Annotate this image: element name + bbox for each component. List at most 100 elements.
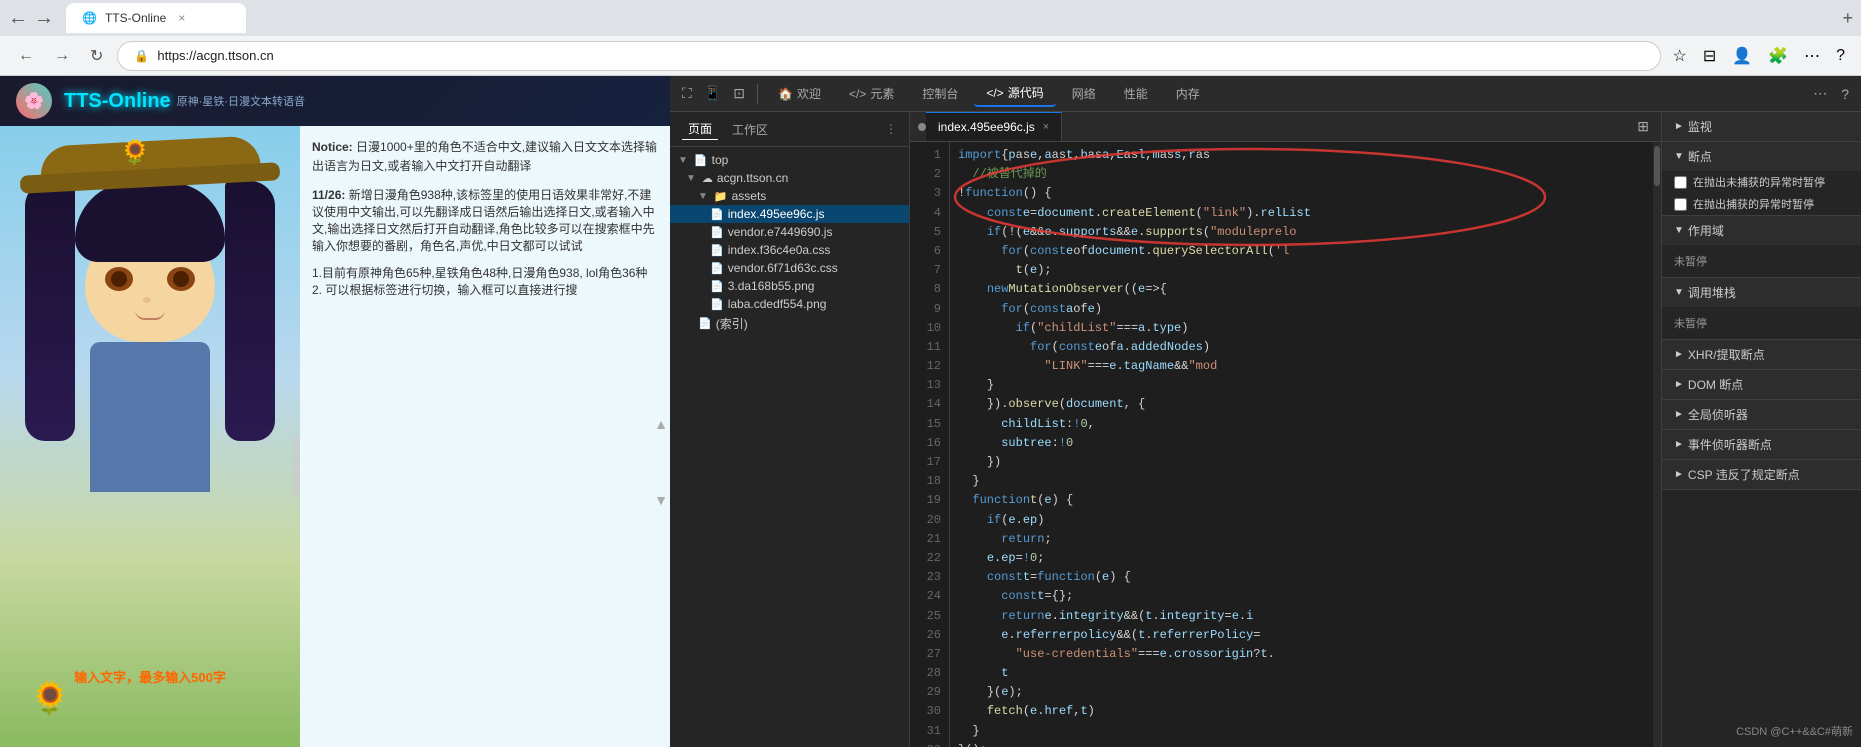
debug-section-watch: ► 监视 bbox=[1662, 112, 1861, 142]
tree-item-index[interactable]: 📄 (索引) bbox=[670, 313, 909, 334]
address-bar[interactable]: 🔒 https://acgn.ttson.cn bbox=[117, 41, 1660, 71]
tree-item-png2[interactable]: 📄 laba.cdedf554.png bbox=[670, 295, 909, 313]
tree-label-domain: acgn.ttson.cn bbox=[717, 171, 788, 185]
scrollbar-handle[interactable] bbox=[292, 437, 300, 497]
code-line-13: } bbox=[958, 376, 1645, 395]
code-line-8: new MutationObserver((e=>{ bbox=[958, 280, 1645, 299]
code-line-27: "use-credentials" === e.crossorigin ? t. bbox=[958, 645, 1645, 664]
code-line-26: e.referrerpolicy && (t.referrerPolicy = bbox=[958, 626, 1645, 645]
tab-network[interactable]: 网络 bbox=[1060, 81, 1108, 106]
code-tab-active[interactable]: index.495ee96c.js × bbox=[926, 112, 1062, 141]
reload-button[interactable]: ↻ bbox=[84, 42, 109, 70]
sunflower-icon: 🌻 bbox=[30, 679, 70, 717]
tab-elements[interactable]: </> 元素 bbox=[837, 81, 906, 106]
xhr-header[interactable]: ► XHR/提取断点 bbox=[1662, 340, 1861, 369]
xhr-arrow: ► bbox=[1674, 349, 1684, 360]
scope-header[interactable]: ▼ 作用域 bbox=[1662, 216, 1861, 245]
code-line-20: if (e.ep) bbox=[958, 511, 1645, 530]
tab-sources[interactable]: </> 源代码 bbox=[974, 80, 1055, 107]
update-date: 11/26: bbox=[312, 188, 345, 202]
profile-icon[interactable]: 👤 bbox=[1728, 42, 1756, 70]
sidebar-toggle[interactable] bbox=[918, 123, 926, 131]
tree-item-index-css[interactable]: 📄 index.f36c4e0a.css bbox=[670, 241, 909, 259]
tree-label-vendor-css: vendor.6f71d63c.css bbox=[728, 261, 838, 275]
debug-section-dom: ► DOM 断点 bbox=[1662, 370, 1861, 400]
ft-tab-workspace[interactable]: 工作区 bbox=[726, 119, 774, 140]
tab-close-button[interactable]: × bbox=[178, 11, 185, 25]
back-icon[interactable]: ← bbox=[8, 7, 28, 30]
callstack-header[interactable]: ▼ 调用堆栈 bbox=[1662, 278, 1861, 307]
sidebar-icon[interactable]: ⊟ bbox=[1699, 42, 1720, 70]
css-file-icon: 📄 bbox=[710, 244, 724, 257]
watch-header[interactable]: ► 监视 bbox=[1662, 112, 1861, 141]
file-tree-panel: 页面 工作区 ⋮ ▼ 📄 top ▼ ☁ bbox=[670, 112, 910, 747]
flower-decoration: 🌻 bbox=[120, 138, 150, 167]
notice-label: Notice: bbox=[312, 140, 353, 154]
tree-item-top[interactable]: ▼ 📄 top bbox=[670, 151, 909, 169]
back-button[interactable]: ← bbox=[12, 43, 40, 69]
code-content[interactable]: import {p as e, a as t, b as a, E as l, … bbox=[950, 142, 1653, 747]
device-icon[interactable]: 📱 bbox=[700, 81, 725, 106]
file-tree-content: ▼ 📄 top ▼ ☁ acgn.ttson.cn ▼ 📁 assets bbox=[670, 147, 909, 747]
breakpoints-arrow: ▼ bbox=[1674, 151, 1684, 162]
tree-item-vendor-css[interactable]: 📄 vendor.6f71d63c.css bbox=[670, 259, 909, 277]
more-button[interactable]: ⋯ bbox=[1800, 42, 1824, 70]
code-scrollbar[interactable] bbox=[1653, 142, 1661, 747]
tree-item-index-js[interactable]: 📄 index.495ee96c.js bbox=[670, 205, 909, 223]
forward-button[interactable]: → bbox=[48, 43, 76, 69]
breakpoints-header-row[interactable]: ▼ 断点 bbox=[1662, 142, 1861, 171]
tree-label-index: (索引) bbox=[716, 315, 748, 332]
divider bbox=[757, 84, 758, 104]
browser-chrome: ← → 🌐 TTS-Online × + ← → ↻ 🔒 https://acg… bbox=[0, 0, 1861, 76]
code-save-icon[interactable]: ⊞ bbox=[1633, 114, 1653, 139]
breakpoint-checkbox-1[interactable] bbox=[1674, 176, 1687, 189]
img-file-icon2: 📄 bbox=[710, 298, 724, 311]
new-tab-button[interactable]: + bbox=[1842, 8, 1853, 29]
tree-label-index-js: index.495ee96c.js bbox=[728, 207, 825, 221]
csp-header[interactable]: ► CSP 违反了规定断点 bbox=[1662, 460, 1861, 489]
inspect-icon[interactable]: ⛶ bbox=[678, 81, 696, 106]
tab-memory[interactable]: 内存 bbox=[1164, 81, 1212, 106]
anime-character: 🌻 bbox=[0, 126, 300, 747]
debug-section-csp: ► CSP 违反了规定断点 bbox=[1662, 460, 1861, 490]
tab-title: TTS-Online bbox=[105, 11, 166, 25]
tab-console[interactable]: 控制台 bbox=[910, 81, 970, 106]
code-tab-close[interactable]: × bbox=[1043, 121, 1049, 133]
website-panel: 🌸 TTS-Online 原神·星铁·日漫文本转语音 🌻 bbox=[0, 76, 670, 747]
tree-item-png1[interactable]: 📄 3.da168b55.png bbox=[670, 277, 909, 295]
extension-icon[interactable]: 🧩 bbox=[1764, 42, 1792, 70]
help-icon[interactable]: ? bbox=[1832, 43, 1849, 69]
breakpoint-checkbox-2[interactable] bbox=[1674, 198, 1687, 211]
bookmark-icon[interactable]: ☆ bbox=[1669, 42, 1691, 70]
site-title-group: TTS-Online 原神·星铁·日漫文本转语音 bbox=[64, 90, 305, 113]
scroll-down-arrow[interactable]: ▼ bbox=[654, 492, 668, 508]
tab-welcome[interactable]: 🏠 欢迎 bbox=[766, 81, 833, 106]
active-tab[interactable]: 🌐 TTS-Online × bbox=[66, 3, 246, 33]
line-numbers: 12345 678910 1112131415 1617181920 21222… bbox=[910, 142, 950, 747]
ft-more-icon[interactable]: ⋮ bbox=[885, 122, 897, 136]
stat1: 1.目前有原神角色65种,星铁角色48种,日漫角色938, lol角色36种 bbox=[312, 264, 658, 281]
help-devtools-icon[interactable]: ? bbox=[1837, 82, 1853, 106]
dom-header[interactable]: ► DOM 断点 bbox=[1662, 370, 1861, 399]
code-line-23: const t = function(e) { bbox=[958, 568, 1645, 587]
tab-performance[interactable]: 性能 bbox=[1112, 81, 1160, 106]
code-line-28: t bbox=[958, 664, 1645, 683]
more-devtools-icon[interactable]: ⋯ bbox=[1809, 81, 1831, 106]
ft-tab-page[interactable]: 页面 bbox=[682, 118, 718, 140]
forward-icon[interactable]: → bbox=[34, 7, 54, 30]
tree-item-assets[interactable]: ▼ 📁 assets bbox=[670, 187, 909, 205]
scrollbar-thumb[interactable] bbox=[1654, 146, 1660, 186]
cursor-icon[interactable]: ⊡ bbox=[729, 81, 749, 106]
anime-image-area: 🌻 bbox=[0, 126, 300, 747]
code-line-7: t(e); bbox=[958, 261, 1645, 280]
notice-text: 日漫1000+里的角色不适合中文,建议输入日文文本选择输出语言为日文,或者输入中… bbox=[312, 140, 657, 173]
website-body: 🌻 bbox=[0, 126, 670, 747]
tree-item-domain[interactable]: ▼ ☁ acgn.ttson.cn bbox=[670, 169, 909, 187]
events-header[interactable]: ► 事件侦听器断点 bbox=[1662, 430, 1861, 459]
code-line-25: return e.integrity && (t.integrity = e.i bbox=[958, 607, 1645, 626]
arrow-assets: ▼ bbox=[698, 191, 708, 202]
global-header[interactable]: ► 全局侦听器 bbox=[1662, 400, 1861, 429]
scroll-up-arrow[interactable]: ▲ bbox=[654, 416, 668, 432]
tree-item-vendor-js[interactable]: 📄 vendor.e7449690.js bbox=[670, 223, 909, 241]
lock-icon: 🔒 bbox=[134, 49, 149, 63]
